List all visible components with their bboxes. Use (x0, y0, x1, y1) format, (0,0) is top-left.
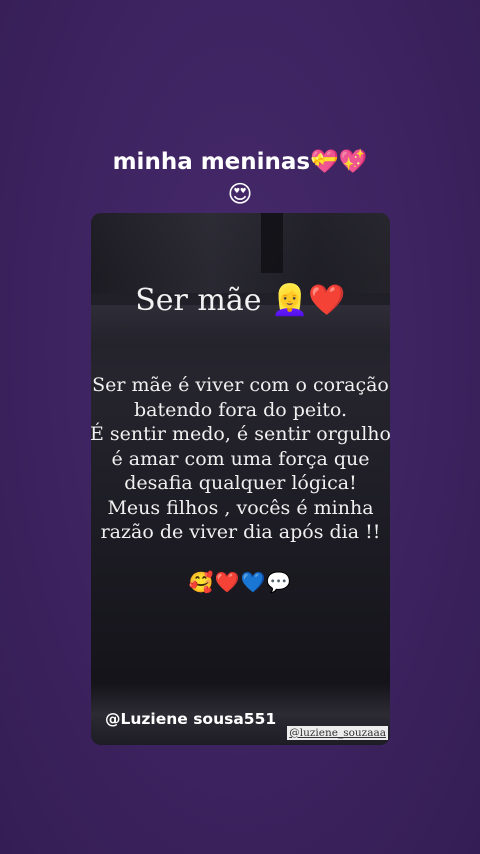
reposted-story-card[interactable]: Ser mãe 👱‍♀️❤️ Ser mãe é viver com o cor… (91, 213, 390, 745)
card-title: Ser mãe 👱‍♀️❤️ (135, 283, 346, 318)
story-screen: minha meninas💝💖 😍 Ser mãe 👱‍♀️❤️ Ser mãe… (0, 0, 480, 854)
story-caption: minha meninas💝💖 😍 (0, 145, 480, 209)
background-photo-window (261, 213, 283, 273)
card-emoji-row: 🥰❤️💙💬 (188, 570, 293, 594)
card-body-text: Ser mãe é viver com o coração batendo fo… (91, 374, 390, 543)
watermark-username[interactable]: @luziene_souzaaa (287, 726, 388, 740)
author-mention[interactable]: @Luziene sousa551 (105, 709, 276, 729)
caption-line-2: 😍 (227, 180, 253, 208)
caption-line-1: minha meninas💝💖 (112, 149, 368, 175)
